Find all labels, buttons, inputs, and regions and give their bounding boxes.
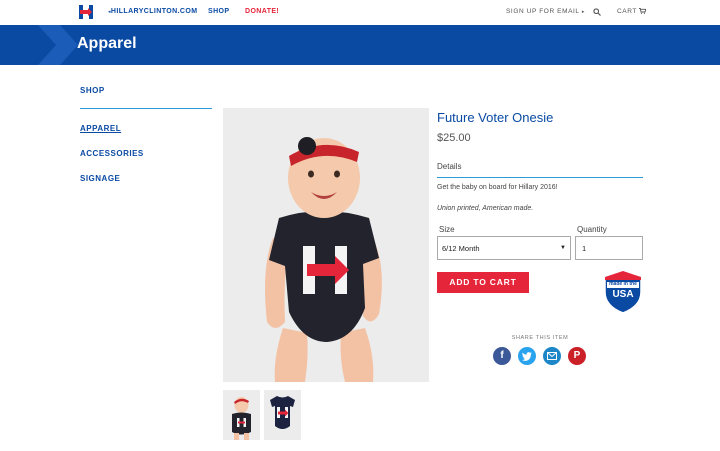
product-description: Get the baby on board for Hillary 2016! [437, 184, 558, 191]
thumbnail-baby-image [232, 397, 251, 440]
size-selected-value: 6/12 Month [442, 244, 480, 253]
product-main-image[interactable] [223, 108, 429, 382]
size-label: Size [439, 225, 455, 234]
details-heading: Details [437, 162, 462, 171]
sidebar-item-apparel[interactable]: APPAREL [80, 124, 121, 133]
page-title: Apparel [77, 35, 137, 52]
site-home-link[interactable]: ◂HILLARYCLINTON.COM [108, 8, 197, 15]
quantity-input[interactable]: 1 [575, 236, 643, 260]
quantity-label: Quantity [577, 225, 607, 234]
nav-donate-link[interactable]: DONATE! [245, 8, 279, 15]
thumbnail-onesie-image [270, 396, 295, 429]
sidebar-item-accessories[interactable]: ACCESSORIES [80, 149, 144, 158]
sidebar-heading-shop[interactable]: SHOP [80, 86, 105, 95]
badge-line2: USA [612, 289, 634, 300]
signup-email-link[interactable]: SIGN UP FOR EMAIL ▸ [506, 8, 585, 15]
sidebar-item-signage[interactable]: SIGNAGE [80, 174, 120, 183]
facebook-icon[interactable]: f [493, 347, 511, 365]
cart-link[interactable]: CART [617, 8, 647, 15]
email-icon[interactable] [543, 347, 561, 365]
envelope-glyph [547, 352, 557, 360]
twitter-bird-glyph [522, 351, 532, 361]
share-label: SHARE THIS ITEM [511, 335, 569, 341]
size-select[interactable]: 6/12 Month ▼ [437, 236, 571, 260]
search-icon[interactable] [593, 8, 601, 16]
product-made-note: Union printed, American made. [437, 205, 534, 212]
category-banner: Apparel [0, 25, 720, 65]
badge-line1: made in the [609, 281, 637, 287]
pinterest-icon[interactable]: P [568, 347, 586, 365]
hillary-h-logo[interactable] [79, 5, 93, 19]
details-divider [437, 177, 643, 178]
thumbnail-onesie[interactable] [264, 390, 301, 440]
product-price: $25.00 [437, 132, 471, 144]
dropdown-caret-icon: ▼ [560, 245, 566, 251]
nav-shop-link[interactable]: SHOP [208, 8, 229, 15]
twitter-icon[interactable] [518, 347, 536, 365]
cart-icon [639, 8, 647, 14]
baby-onesie-photo [265, 137, 382, 382]
sidebar-divider [80, 108, 212, 109]
chevron-right-icon: ▸ [581, 9, 585, 15]
product-title: Future Voter Onesie [437, 110, 554, 125]
top-navigation: ◂HILLARYCLINTON.COM SHOP DONATE! SIGN UP… [0, 0, 720, 25]
thumbnail-baby[interactable] [223, 390, 260, 440]
add-to-cart-button[interactable]: ADD TO CART [437, 272, 529, 293]
